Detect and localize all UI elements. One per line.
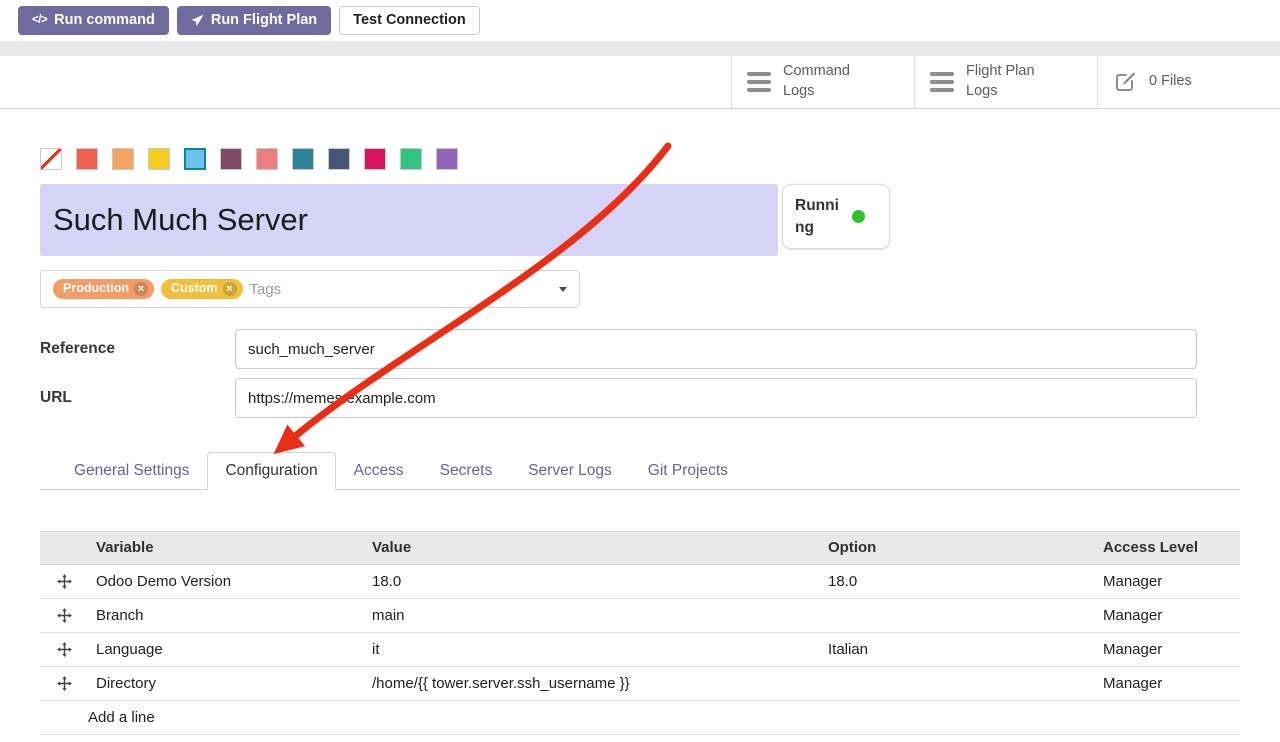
- color-swatch[interactable]: [400, 148, 422, 170]
- form-sheet: Such Much Server Running Production × Cu…: [0, 148, 1280, 735]
- url-input[interactable]: https://memes.example.com: [235, 378, 1197, 418]
- drag-handle-icon[interactable]: [40, 598, 88, 632]
- run-command-button[interactable]: </> Run command: [18, 6, 169, 35]
- cell-value[interactable]: /home/{{ tower.server.ssh_username }}: [364, 666, 820, 700]
- tab-general-settings[interactable]: General Settings: [56, 452, 207, 490]
- dropdown-caret-icon[interactable]: [559, 287, 567, 292]
- status-dot: [852, 210, 865, 223]
- test-connection-label: Test Connection: [353, 13, 466, 28]
- cell-value[interactable]: 18.0: [364, 564, 820, 598]
- cell-option[interactable]: Italian: [820, 632, 1095, 666]
- command-logs-label: Command Logs: [783, 62, 868, 101]
- drag-handle-icon[interactable]: [40, 632, 88, 666]
- run-flight-plan-button[interactable]: Run Flight Plan: [177, 6, 331, 35]
- cell-variable[interactable]: Branch: [88, 598, 364, 632]
- add-a-line-link[interactable]: Add a line: [40, 700, 1240, 734]
- table-row: Language it Italian Manager: [40, 632, 1240, 666]
- list-icon: [930, 72, 954, 92]
- server-name-input[interactable]: Such Much Server: [40, 184, 778, 256]
- url-field-row: URL https://memes.example.com: [40, 378, 1240, 418]
- divider-strip: [0, 41, 1280, 56]
- remove-tag-icon[interactable]: ×: [134, 282, 148, 296]
- drag-handle-icon[interactable]: [40, 666, 88, 700]
- tags-input[interactable]: Production × Custom × Tags: [40, 270, 580, 308]
- add-line-row: Add a line: [40, 700, 1240, 734]
- cell-access-level[interactable]: Manager: [1095, 564, 1240, 598]
- tab-secrets[interactable]: Secrets: [422, 452, 511, 490]
- color-picker: [40, 148, 1240, 170]
- run-command-label: Run command: [54, 13, 155, 28]
- cell-option[interactable]: [820, 666, 1095, 700]
- color-swatch[interactable]: [328, 148, 350, 170]
- code-icon: </>: [32, 15, 47, 27]
- table-row: Branch main Manager: [40, 598, 1240, 632]
- tag-label: Custom: [171, 282, 218, 296]
- reference-input[interactable]: such_much_server: [235, 329, 1197, 369]
- cell-value[interactable]: it: [364, 632, 820, 666]
- tags-placeholder: Tags: [250, 281, 282, 298]
- remove-tag-icon[interactable]: ×: [223, 282, 237, 296]
- status-label: Running: [795, 195, 843, 238]
- color-swatch[interactable]: [220, 148, 242, 170]
- cell-variable[interactable]: Odoo Demo Version: [88, 564, 364, 598]
- table-row: Directory /home/{{ tower.server.ssh_user…: [40, 666, 1240, 700]
- column-header-access-level: Access Level: [1095, 531, 1240, 564]
- color-swatch[interactable]: [292, 148, 314, 170]
- tab-git-projects[interactable]: Git Projects: [630, 452, 746, 490]
- test-connection-button[interactable]: Test Connection: [339, 6, 480, 35]
- flight-plan-logs-label: Flight Plan Logs: [966, 62, 1051, 101]
- cell-access-level[interactable]: Manager: [1095, 666, 1240, 700]
- reference-label: Reference: [40, 340, 235, 358]
- column-header-option: Option: [820, 531, 1095, 564]
- cell-access-level[interactable]: Manager: [1095, 598, 1240, 632]
- files-label: 0 Files: [1149, 72, 1192, 92]
- cell-variable[interactable]: Directory: [88, 666, 364, 700]
- color-swatch-none[interactable]: [40, 148, 62, 170]
- color-swatch[interactable]: [148, 148, 170, 170]
- tab-configuration[interactable]: Configuration: [207, 452, 335, 490]
- handle-column-header: [40, 531, 88, 564]
- status-card: Running: [782, 184, 890, 249]
- color-swatch[interactable]: [436, 148, 458, 170]
- column-header-value: Value: [364, 531, 820, 564]
- tab-access[interactable]: Access: [336, 452, 422, 490]
- cell-access-level[interactable]: Manager: [1095, 632, 1240, 666]
- color-swatch[interactable]: [112, 148, 134, 170]
- table-row: Odoo Demo Version 18.0 18.0 Manager: [40, 564, 1240, 598]
- run-flight-plan-label: Run Flight Plan: [211, 13, 317, 28]
- files-button[interactable]: 0 Files: [1097, 56, 1280, 108]
- tag-production: Production ×: [53, 279, 154, 299]
- color-swatch[interactable]: [256, 148, 278, 170]
- cell-option[interactable]: 18.0: [820, 564, 1095, 598]
- paper-plane-icon: [191, 14, 204, 27]
- edit-icon: [1113, 70, 1137, 94]
- column-header-variable: Variable: [88, 531, 364, 564]
- list-icon: [747, 72, 771, 92]
- cell-variable[interactable]: Language: [88, 632, 364, 666]
- color-swatch[interactable]: [364, 148, 386, 170]
- reference-field-row: Reference such_much_server: [40, 329, 1240, 369]
- title-row: Such Much Server Running: [40, 184, 1240, 256]
- action-toolbar: </> Run command Run Flight Plan Test Con…: [0, 0, 1280, 41]
- command-logs-button[interactable]: Command Logs: [731, 56, 914, 108]
- tag-custom: Custom ×: [161, 279, 243, 299]
- url-label: URL: [40, 389, 235, 407]
- tab-server-logs[interactable]: Server Logs: [510, 452, 630, 490]
- table-header-row: Variable Value Option Access Level: [40, 531, 1240, 564]
- notebook-tabs: General Settings Configuration Access Se…: [40, 452, 1240, 490]
- flight-plan-logs-button[interactable]: Flight Plan Logs: [914, 56, 1097, 108]
- page: </> Run command Run Flight Plan Test Con…: [0, 0, 1280, 735]
- cell-option[interactable]: [820, 598, 1095, 632]
- stat-buttons-row: Command Logs Flight Plan Logs 0 Files: [0, 56, 1280, 109]
- cell-value[interactable]: main: [364, 598, 820, 632]
- drag-handle-icon[interactable]: [40, 564, 88, 598]
- color-swatch[interactable]: [184, 148, 206, 170]
- configuration-table: Variable Value Option Access Level Odoo …: [40, 531, 1240, 735]
- color-swatch[interactable]: [76, 148, 98, 170]
- tag-label: Production: [63, 282, 129, 296]
